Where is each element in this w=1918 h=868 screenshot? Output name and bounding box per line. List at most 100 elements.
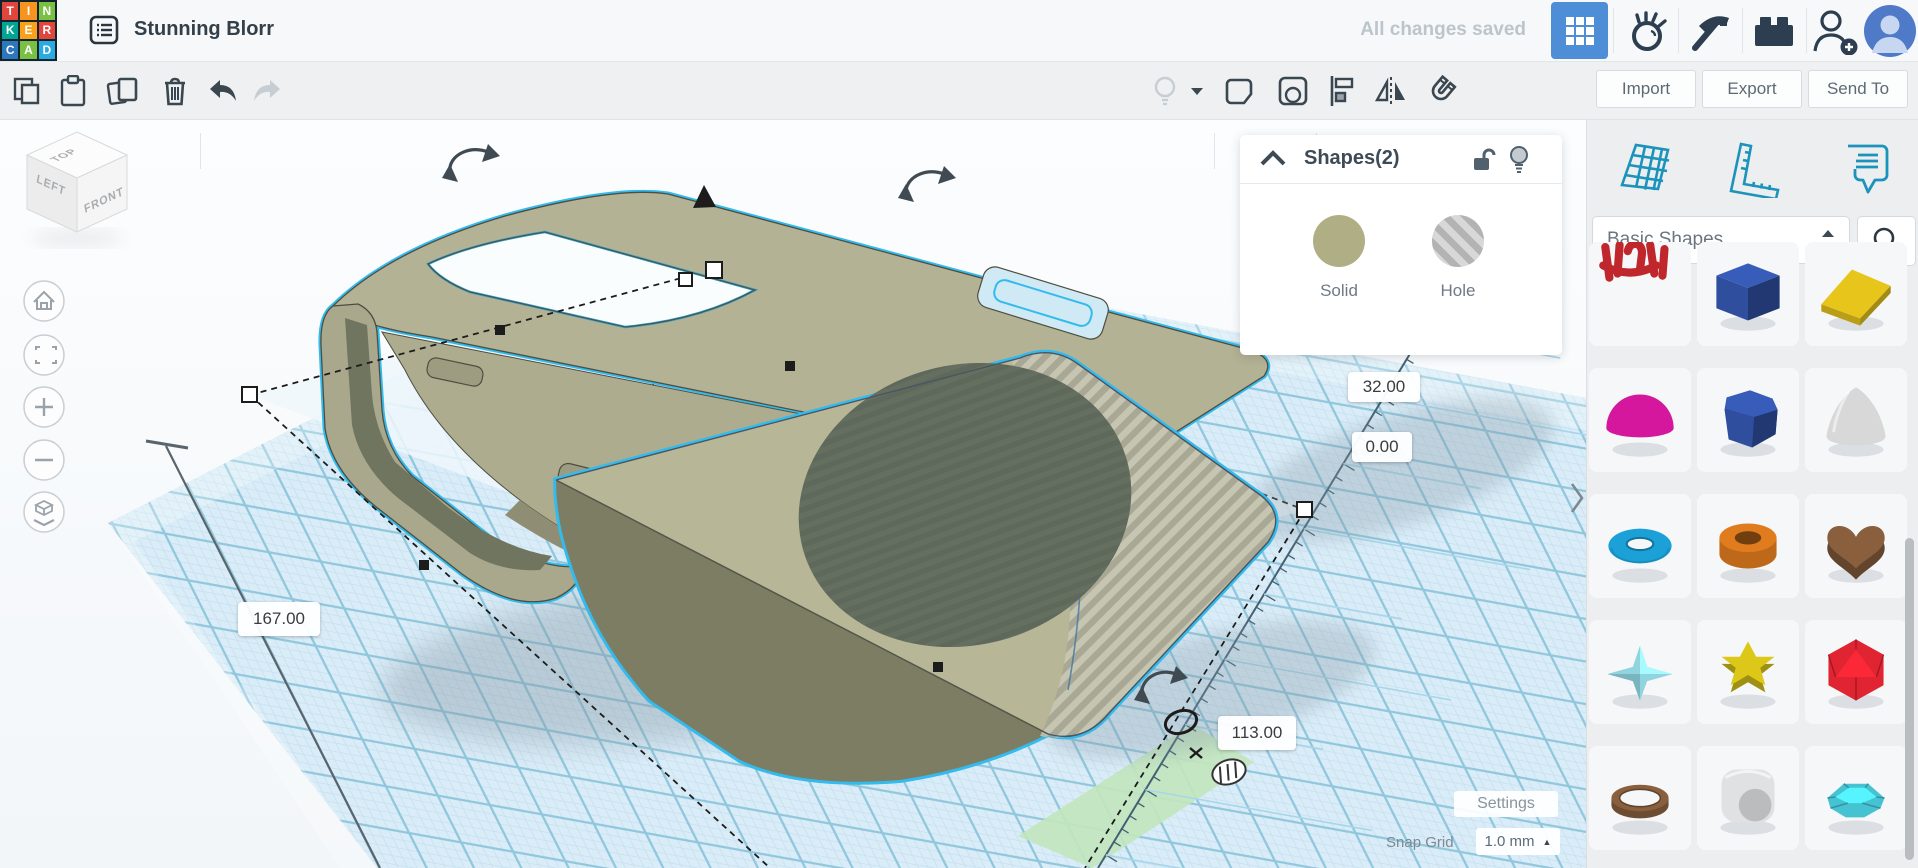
ungroup-icon — [1277, 75, 1309, 107]
hole-swatch[interactable] — [1432, 215, 1484, 267]
shapes-sidebar: Basic Shapes — [1586, 61, 1918, 868]
workplane-tool-button[interactable] — [1593, 128, 1693, 208]
undo-icon — [206, 77, 240, 105]
duplicate-button[interactable] — [106, 74, 140, 108]
autosave-status: All changes saved — [1360, 19, 1526, 41]
export-button[interactable]: Export — [1702, 70, 1802, 108]
shape-thumb-half-sphere[interactable] — [1589, 368, 1691, 472]
tinkercad-editor: { "topbar": { "title": "Stunning Blorr",… — [0, 0, 1918, 868]
shape-thumb-gem[interactable] — [1805, 746, 1907, 850]
collaborate-button[interactable] — [1810, 0, 1862, 61]
logo-cell: K — [2, 22, 18, 40]
group-icon — [1225, 75, 1257, 107]
shape-thumb-scribble[interactable] — [1589, 242, 1691, 346]
zoom-out-button[interactable] — [24, 440, 64, 480]
logo-cell: R — [39, 22, 55, 40]
group-button[interactable] — [1224, 74, 1258, 108]
import-button[interactable]: Import — [1596, 70, 1696, 108]
unlock-icon[interactable] — [1470, 147, 1496, 173]
shape-thumb-star[interactable] — [1697, 620, 1799, 724]
ruler-tool-button[interactable] — [1703, 128, 1803, 208]
person-add-icon — [1811, 7, 1861, 55]
zoom-in-button[interactable] — [24, 387, 64, 427]
grid-icon — [1565, 16, 1595, 46]
dim-height-label[interactable]: 32.00 — [1348, 372, 1420, 402]
align-icon — [1326, 75, 1356, 107]
show-all-button[interactable] — [1148, 74, 1182, 108]
account-avatar[interactable] — [1862, 0, 1918, 61]
divider — [1742, 8, 1743, 53]
shape-thumb-tube[interactable] — [1697, 494, 1799, 598]
delete-button[interactable] — [158, 74, 192, 108]
snap-magnet-button[interactable] — [1424, 74, 1458, 108]
logo-cell: I — [20, 2, 36, 20]
redo-icon — [250, 77, 284, 105]
redo-button[interactable] — [250, 74, 284, 108]
solid-swatch[interactable] — [1313, 215, 1365, 267]
shape-thumb-roof[interactable] — [1805, 242, 1907, 346]
snap-grid-label: Snap Grid — [1386, 834, 1454, 851]
align-button[interactable] — [1324, 74, 1358, 108]
logo-cell: A — [20, 41, 36, 59]
workplane-icon — [1612, 137, 1674, 199]
ruler-icon — [1723, 138, 1783, 198]
shapes-inspector-panel: Shapes(2) Solid Hole — [1240, 135, 1562, 355]
avatar-icon — [1862, 3, 1918, 59]
notes-tool-button[interactable] — [1813, 128, 1913, 208]
notes-icon — [1834, 138, 1892, 198]
tube-icon — [1697, 494, 1799, 598]
logo-cell: E — [20, 22, 36, 40]
show-all-dropdown[interactable] — [1186, 74, 1208, 108]
sidebar-scrollbar[interactable] — [1905, 538, 1914, 860]
ungroup-button[interactable] — [1276, 74, 1310, 108]
divider — [200, 133, 201, 169]
bricks-button[interactable] — [1746, 0, 1802, 61]
star-icon — [1697, 620, 1799, 724]
shape-thumb-ring[interactable] — [1589, 746, 1691, 850]
brick-icon — [1752, 13, 1796, 49]
settings-button[interactable]: Settings — [1454, 791, 1558, 817]
shape-thumb-polygon[interactable] — [1697, 368, 1799, 472]
heart-icon — [1805, 494, 1907, 598]
logo-cell: T — [2, 2, 18, 20]
sim-lab-icon — [1625, 9, 1669, 53]
shape-thumb-icosahedron[interactable] — [1805, 620, 1907, 724]
fit-view-button[interactable] — [24, 335, 64, 375]
mirror-button[interactable] — [1374, 74, 1408, 108]
send-to-button[interactable]: Send To — [1808, 70, 1908, 108]
bulb-icon[interactable] — [1508, 145, 1530, 175]
duplicate-icon — [106, 75, 140, 107]
trash-icon — [160, 75, 190, 107]
shape-thumb-box[interactable] — [1697, 242, 1799, 346]
roof-icon — [1805, 242, 1907, 346]
blocks-button[interactable] — [1682, 0, 1738, 61]
shape-thumb-torus[interactable] — [1589, 494, 1691, 598]
3d-design-view-button[interactable] — [1551, 2, 1608, 59]
design-title[interactable]: Stunning Blorr — [134, 18, 274, 41]
design-menu-button[interactable] — [88, 14, 120, 46]
undo-button[interactable] — [206, 74, 240, 108]
home-view-button[interactable] — [24, 281, 64, 321]
shape-thumb-star-4point[interactable] — [1589, 620, 1691, 724]
paste-button[interactable] — [56, 74, 90, 108]
shape-thumb-dice[interactable] — [1697, 746, 1799, 850]
snap-grid-dropdown[interactable]: 1.0 mm▲ — [1476, 828, 1560, 855]
logo-cell: D — [39, 41, 55, 59]
shape-thumb-heart[interactable] — [1805, 494, 1907, 598]
ring-icon — [1589, 746, 1691, 850]
bulb-icon — [1152, 75, 1178, 107]
dice-icon — [1697, 746, 1799, 850]
tinkercad-logo[interactable]: TINKERCAD — [0, 0, 57, 61]
perspective-toggle-button[interactable] — [24, 492, 64, 532]
shapes-panel-header: Shapes(2) — [1240, 135, 1562, 184]
dim-zero-label[interactable]: 0.00 — [1352, 432, 1412, 462]
collapse-chevron-icon[interactable] — [1258, 149, 1288, 169]
shape-thumb-paraboloid[interactable] — [1805, 368, 1907, 472]
copy-button[interactable] — [10, 74, 44, 108]
dim-depth-label[interactable]: 113.00 — [1218, 716, 1296, 750]
shapes-panel-title: Shapes(2) — [1304, 147, 1400, 170]
logo-cell: C — [2, 41, 18, 59]
sim-lab-button[interactable] — [1618, 0, 1676, 61]
box-icon — [1697, 242, 1799, 346]
dim-width-label[interactable]: 167.00 — [238, 602, 320, 636]
